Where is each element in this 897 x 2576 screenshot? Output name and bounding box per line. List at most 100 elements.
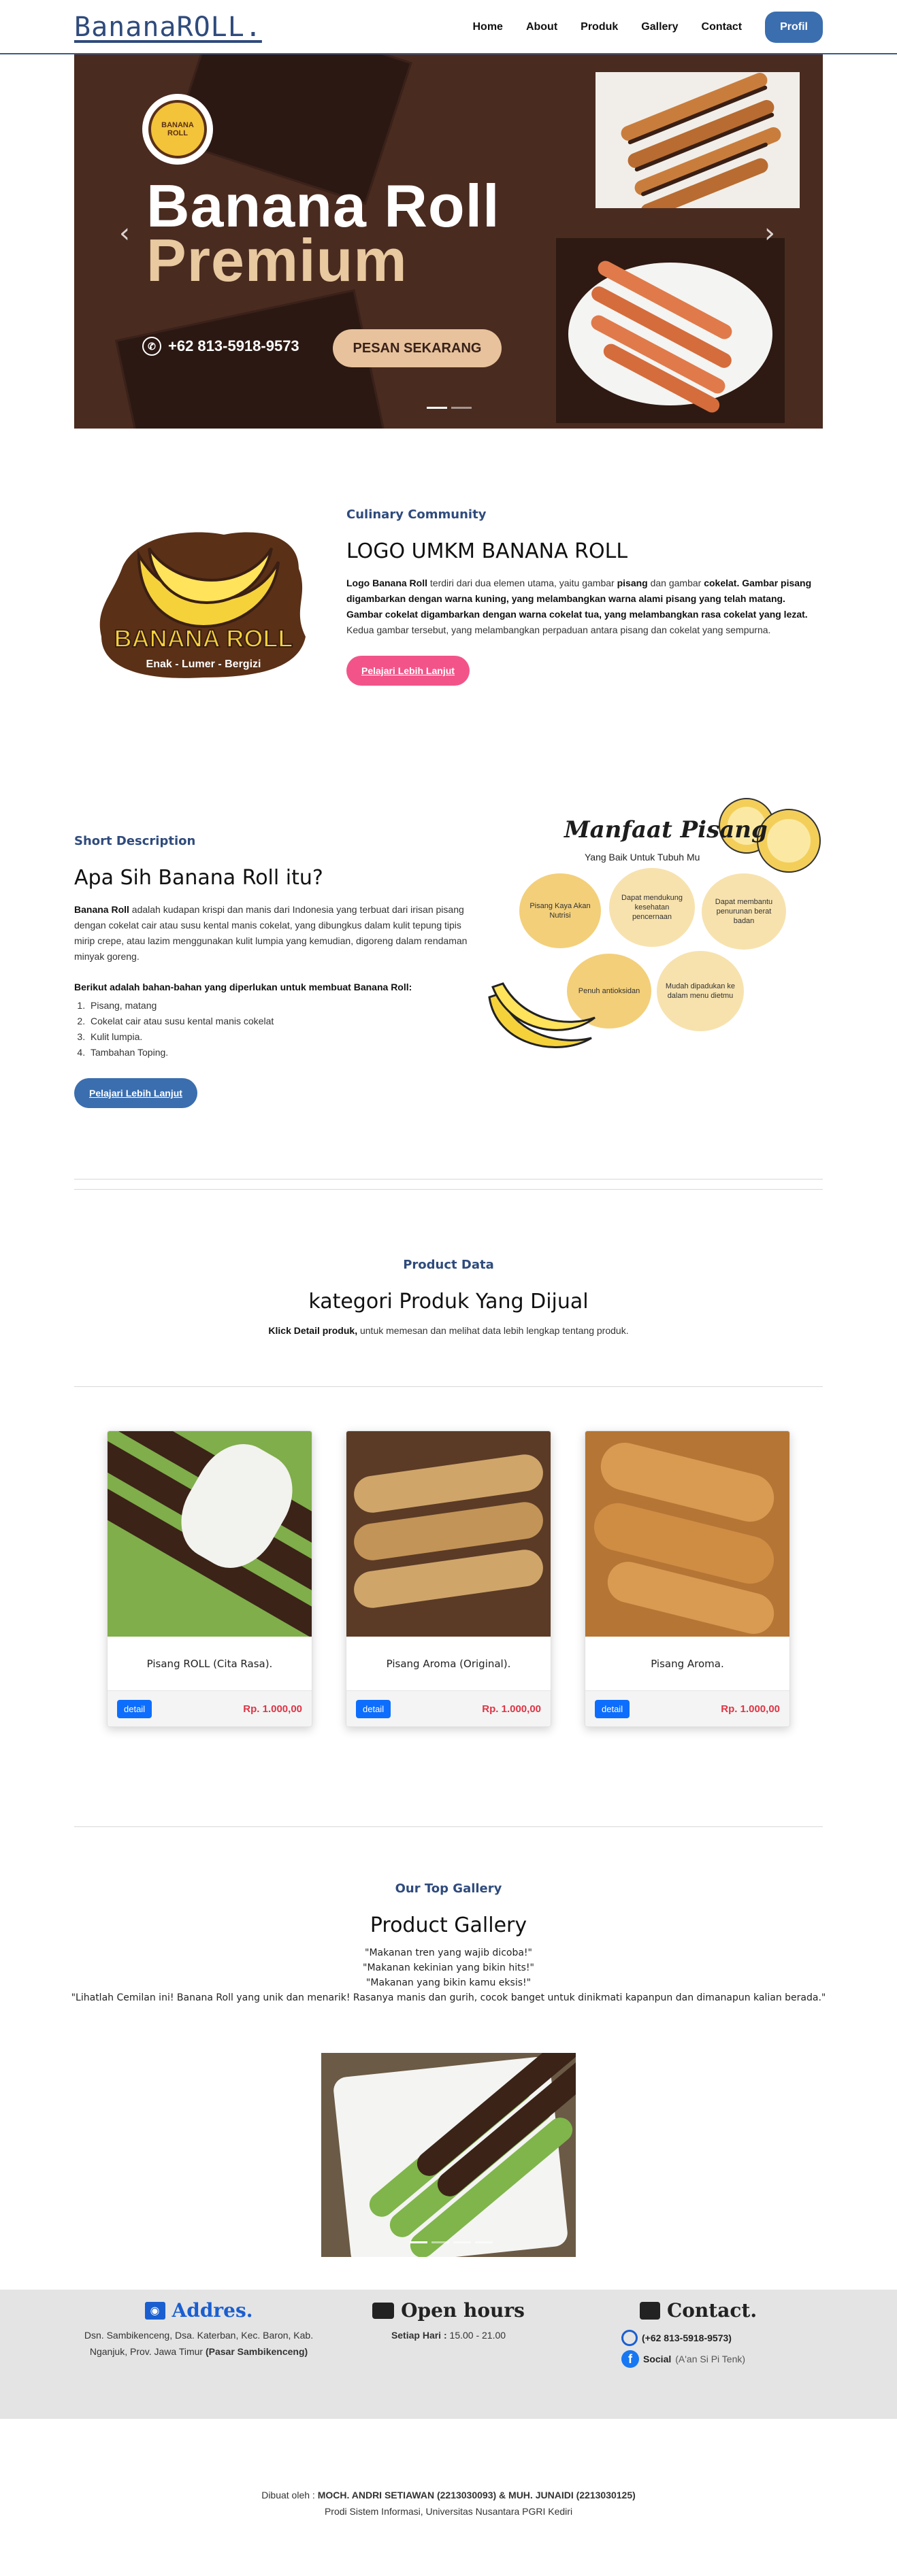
- nav-about[interactable]: About: [526, 21, 557, 33]
- brand-logo[interactable]: BananaROLL.: [74, 12, 262, 43]
- product-detail-button[interactable]: detail: [356, 1699, 391, 1718]
- list-item: Pisang, matang: [88, 998, 483, 1014]
- product-card[interactable]: Pisang Aroma (Original). detail Rp. 1.00…: [346, 1431, 551, 1727]
- gallery-carousel-image[interactable]: [321, 2053, 576, 2257]
- desc-kicker: Short Description: [74, 834, 196, 848]
- briefcase-clock-icon: [372, 2302, 395, 2319]
- list-item: Tambahan Toping.: [88, 1045, 483, 1060]
- nav-menu: Home About Produk Gallery Contact Profil: [473, 12, 823, 43]
- hours-title: Open hours: [401, 2299, 525, 2322]
- profil-button[interactable]: Profil: [765, 12, 823, 43]
- contact-column: Contact. (+62 813-5918-9573) f Social (A…: [574, 2299, 823, 2368]
- product-image: [585, 1431, 789, 1637]
- logo-section-title: LOGO UMKM BANANA ROLL: [346, 539, 628, 563]
- ingredients-list: Pisang, matang Cokelat cair atau susu ke…: [74, 998, 483, 1060]
- banana-roll-plate-photo: [556, 238, 785, 423]
- benefit-subtitle: Yang Baik Untuk Tubuh Mu: [585, 852, 700, 863]
- hero-title-line2: Premium: [146, 227, 408, 294]
- social-contact[interactable]: f Social (A'an Si Pi Tenk): [621, 2350, 823, 2368]
- quote: "Lihatlah Cemilan ini! Banana Roll yang …: [71, 1992, 826, 2003]
- benefit-item: Dapat membantu penurunan berat badan: [702, 873, 786, 950]
- product-kicker: Product Data: [403, 1258, 494, 1272]
- product-image: [108, 1431, 312, 1637]
- product-cards: Pisang ROLL (Cita Rasa). detail Rp. 1.00…: [74, 1387, 823, 1727]
- product-card[interactable]: Pisang Aroma. detail Rp. 1.000,00: [585, 1431, 790, 1727]
- credits-institution: Prodi Sistem Informasi, Universitas Nusa…: [324, 2506, 573, 2517]
- hours-column: Open hours Setiap Hari : 15.00 - 21.00: [324, 2299, 573, 2368]
- carousel-indicator[interactable]: [431, 2241, 449, 2243]
- product-price: Rp. 1.000,00: [243, 1703, 302, 1715]
- logo-tagline-text: Enak - Lumer - Bergizi: [146, 658, 261, 670]
- banana-roll-photo: [596, 72, 800, 208]
- banana-bunch-image: [488, 982, 596, 1048]
- whatsapp-number: (+62 813-5918-9573): [642, 2332, 732, 2343]
- quote: "Makanan tren yang wajib dicoba!": [365, 1947, 532, 1958]
- product-price: Rp. 1.000,00: [482, 1703, 541, 1715]
- ingredients-title: Berikut adalah bahan-bahan yang diperluk…: [74, 982, 412, 992]
- product-note: Klick Detail produk, untuk memesan dan m…: [268, 1325, 629, 1336]
- credits-prefix: Dibuat oleh :: [261, 2490, 318, 2500]
- nav-contact[interactable]: Contact: [702, 21, 743, 33]
- product-image: [346, 1431, 551, 1637]
- logo-learn-more-button[interactable]: Pelajari Lebih Lanjut: [346, 656, 470, 686]
- hero-logo-text: BANANA ROLL: [148, 100, 207, 158]
- whatsapp-contact[interactable]: (+62 813-5918-9573): [621, 2330, 823, 2346]
- product-section-header: Product Data kategori Produk Yang Dijual…: [0, 1190, 897, 1386]
- info-section: ◉ Addres. Dsn. Sambikenceng, Dsa. Katerb…: [0, 2290, 897, 2419]
- list-item: Cokelat cair atau susu kental manis coke…: [88, 1014, 483, 1029]
- logo-main-text: BANANA ROLL: [114, 624, 293, 652]
- desc-learn-more-button[interactable]: Pelajari Lebih Lanjut: [74, 1078, 197, 1108]
- hours-text: Setiap Hari : 15.00 - 21.00: [391, 2330, 506, 2341]
- gallery-quotes: "Makanan tren yang wajib dicoba!" "Makan…: [0, 1945, 897, 2005]
- product-name: Pisang Aroma.: [585, 1637, 789, 1691]
- carousel-indicator[interactable]: [475, 2241, 493, 2243]
- desc-title: Apa Sih Banana Roll itu?: [74, 866, 323, 890]
- whatsapp-icon: [621, 2330, 638, 2346]
- contact-card-icon: [639, 2301, 660, 2320]
- benefit-item: Pisang Kaya Akan Nutrisi: [519, 873, 601, 948]
- facebook-icon: f: [621, 2350, 639, 2368]
- nav-produk[interactable]: Produk: [581, 21, 618, 33]
- product-card[interactable]: Pisang ROLL (Cita Rasa). detail Rp. 1.00…: [107, 1431, 312, 1727]
- product-name: Pisang Aroma (Original).: [346, 1637, 551, 1691]
- hero-phone-number: +62 813-5918-9573: [168, 337, 299, 354]
- phone-icon: ✆: [142, 337, 161, 356]
- address-title: Addres.: [172, 2299, 253, 2322]
- benefit-item: Dapat mendukung kesehatan pencernaan: [609, 868, 695, 947]
- carousel-next-button[interactable]: ›: [764, 218, 775, 249]
- benefit-infographic: Manfaat Pisang Yang Baik Untuk Tubuh Mu …: [483, 793, 823, 1079]
- address-text: Dsn. Sambikenceng, Dsa. Katerban, Kec. B…: [84, 2330, 314, 2357]
- carousel-indicator[interactable]: [427, 407, 447, 409]
- gallery-section: Our Top Gallery Product Gallery "Makanan…: [0, 1827, 897, 2257]
- product-detail-button[interactable]: detail: [117, 1699, 152, 1718]
- logo-section: BANANA ROLL Enak - Lumer - Bergizi Culin…: [0, 429, 897, 712]
- hero-carousel: BANANA ROLL Banana Roll Premium ✆ +62 81…: [74, 54, 823, 429]
- carousel-indicator[interactable]: [451, 407, 472, 409]
- carousel-prev-button[interactable]: ‹: [119, 218, 130, 249]
- product-detail-button[interactable]: detail: [595, 1699, 630, 1718]
- address-column: ◉ Addres. Dsn. Sambikenceng, Dsa. Katerb…: [74, 2299, 323, 2368]
- contact-title: Contact.: [666, 2299, 757, 2322]
- desc-paragraph: Banana Roll adalah kudapan krispi dan ma…: [74, 904, 468, 962]
- nav-home[interactable]: Home: [473, 21, 503, 33]
- gallery-indicators: [410, 2241, 493, 2243]
- benefit-item: Mudah dipadukan ke dalam menu dietmu: [657, 951, 744, 1031]
- carousel-indicator[interactable]: [453, 2241, 471, 2243]
- carousel-indicator[interactable]: [410, 2241, 427, 2243]
- navbar: BananaROLL. Home About Produk Gallery Co…: [0, 0, 897, 54]
- chevron-left-icon: ‹: [119, 218, 130, 249]
- footer-credits: Dibuat oleh : MOCH. ANDRI SETIAWAN (2213…: [0, 2419, 897, 2547]
- carousel-indicators: [427, 407, 472, 409]
- social-label: Social: [643, 2354, 672, 2364]
- social-value: (A'an Si Pi Tenk): [675, 2354, 746, 2364]
- product-price: Rp. 1.000,00: [721, 1703, 780, 1715]
- hero-logo-badge: BANANA ROLL: [142, 94, 213, 165]
- pesan-sekarang-button[interactable]: PESAN SEKARANG: [333, 329, 502, 367]
- quote: "Makanan yang bikin kamu eksis!": [365, 1977, 532, 1988]
- nav-gallery[interactable]: Gallery: [641, 21, 678, 33]
- gallery-kicker: Our Top Gallery: [395, 1881, 502, 1896]
- logo-section-paragraph: Logo Banana Roll terdiri dari dua elemen…: [346, 578, 812, 635]
- banana-roll-logo-image: BANANA ROLL Enak - Lumer - Bergizi: [99, 532, 306, 678]
- product-name: Pisang ROLL (Cita Rasa).: [108, 1637, 312, 1691]
- description-section: Short Description Apa Sih Banana Roll it…: [0, 712, 897, 1108]
